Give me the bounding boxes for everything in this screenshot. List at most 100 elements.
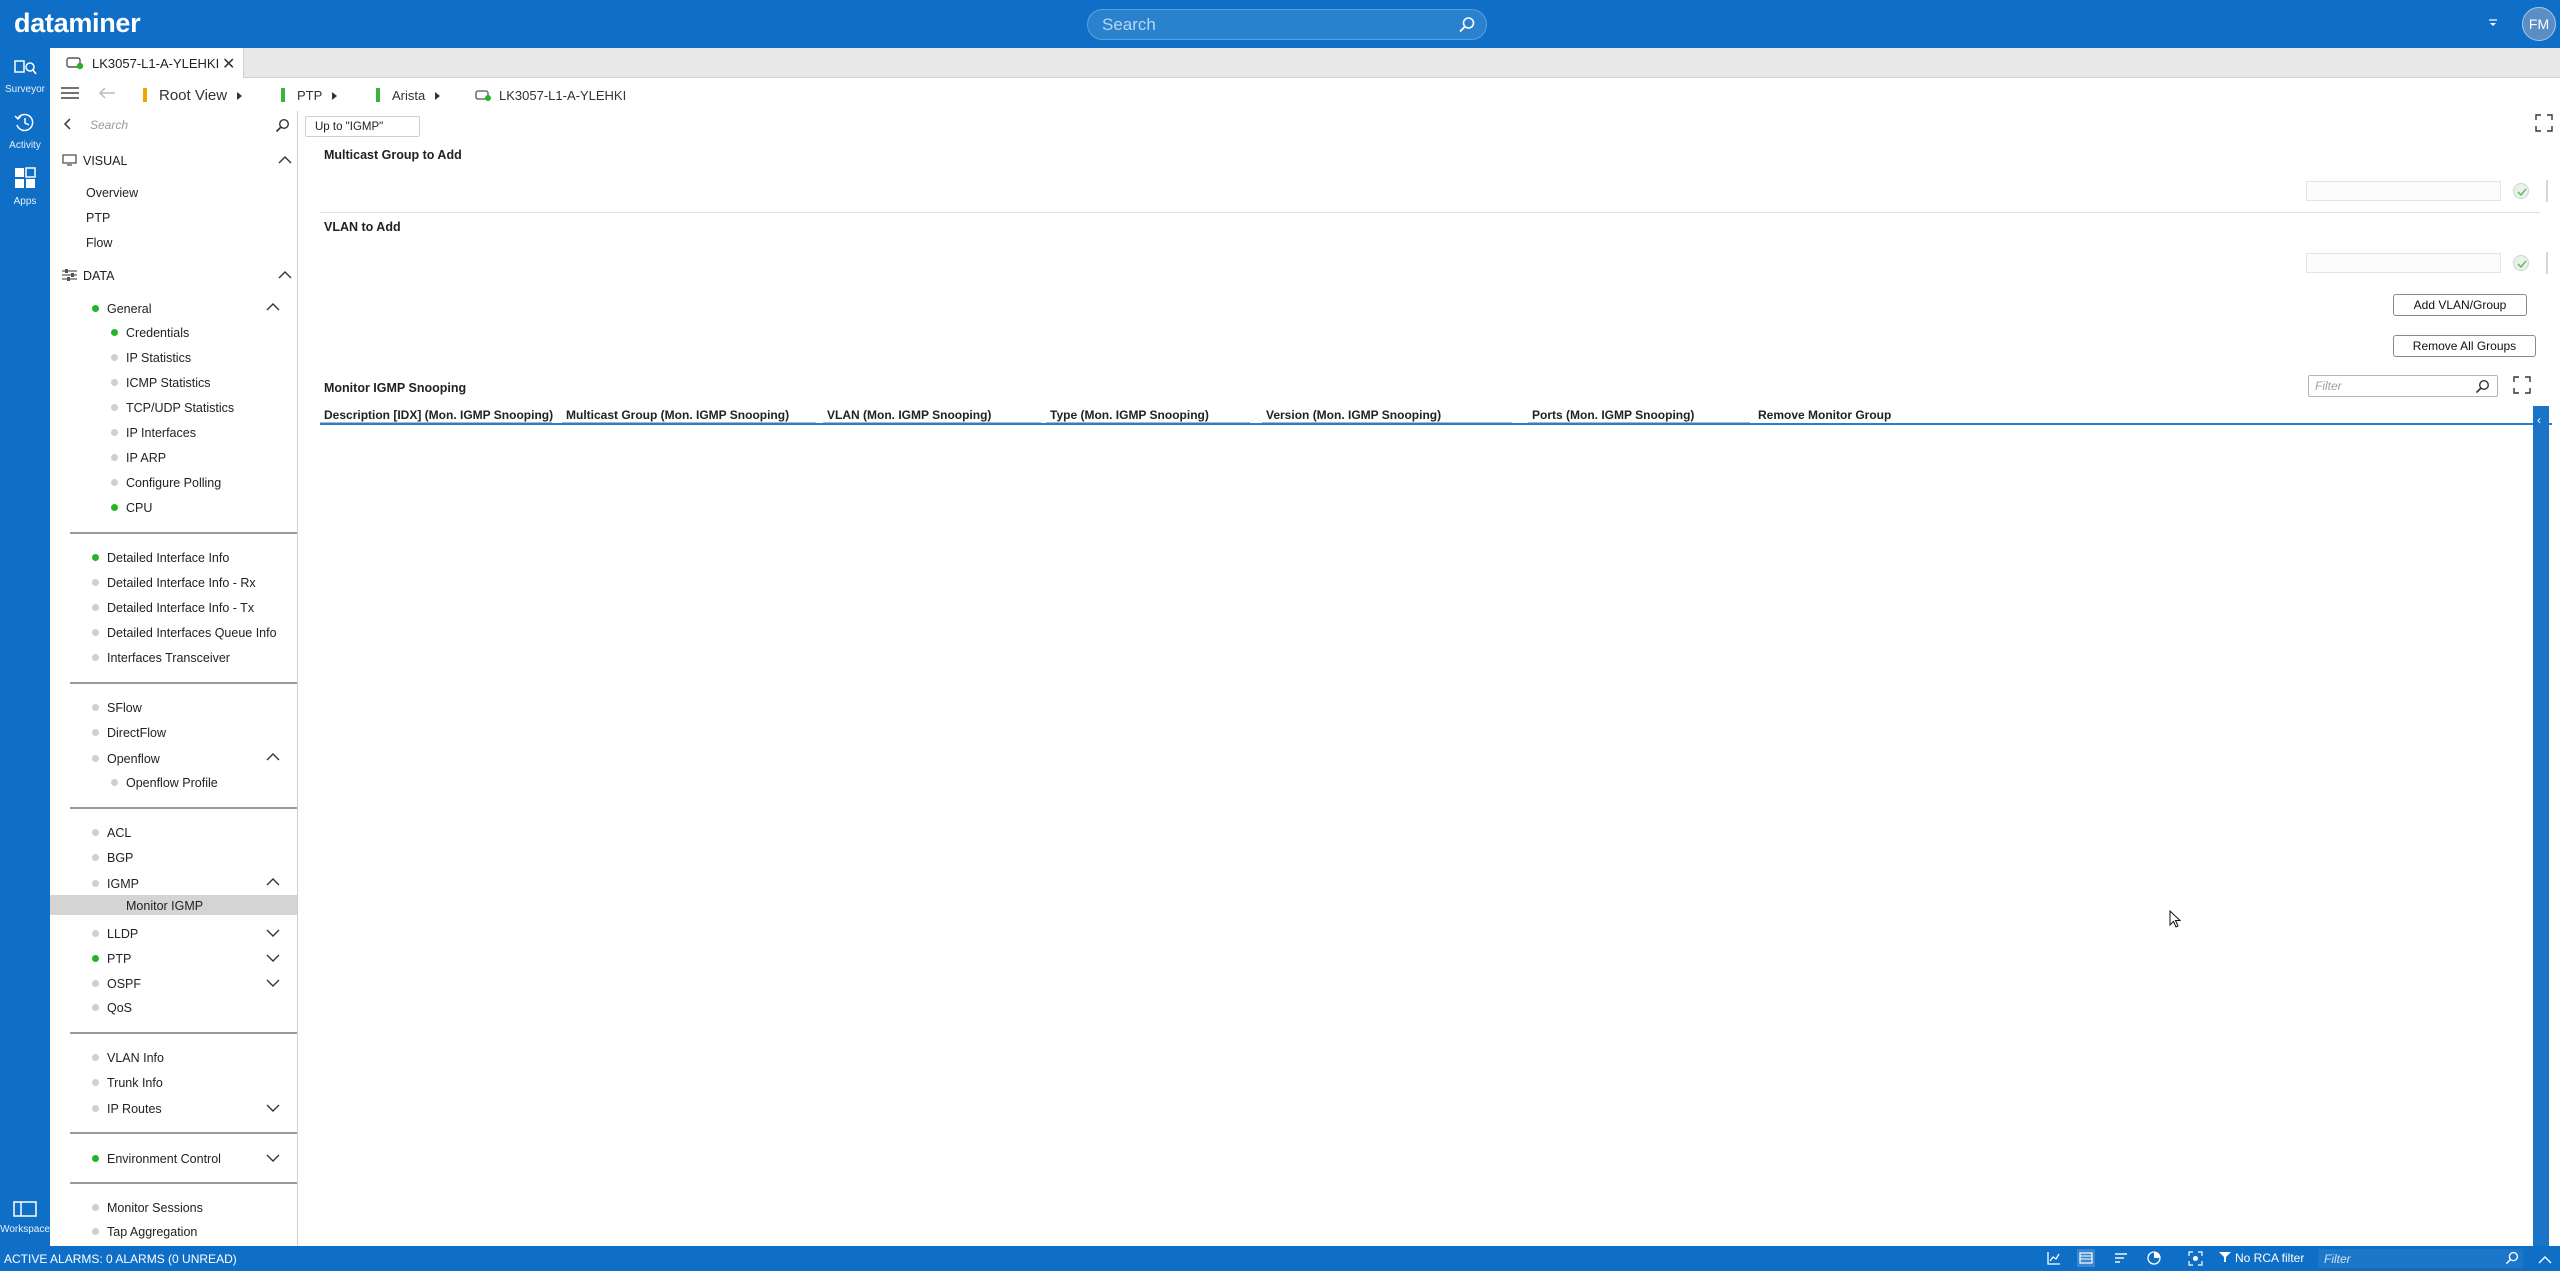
multicast-group-input[interactable] (2306, 181, 2501, 201)
menu-icon[interactable] (61, 86, 79, 103)
nav-item-acl[interactable]: ACL (92, 826, 131, 850)
back-arrow-icon[interactable] (61, 117, 75, 136)
nav-item-openflow[interactable]: Openflow (92, 751, 297, 776)
close-icon[interactable]: ✕ (222, 54, 235, 74)
nav-item-label: ACL (107, 826, 132, 840)
fullscreen-icon[interactable] (2535, 114, 2553, 137)
search-icon[interactable] (2505, 1251, 2519, 1270)
chevron-up-icon[interactable] (266, 876, 280, 890)
nav-item-detailed-interface-info-tx[interactable]: Detailed Interface Info - Tx (92, 601, 254, 625)
header-dropdown-icon[interactable] (2488, 17, 2498, 31)
chevron-up-icon[interactable] (266, 751, 280, 765)
search-icon[interactable] (275, 118, 290, 138)
chevron-up-icon[interactable] (278, 269, 292, 283)
nav-search-box[interactable] (90, 115, 290, 135)
nav-item-sflow[interactable]: SFlow (92, 701, 142, 725)
nav-item-interfaces-transceiver[interactable]: Interfaces Transceiver (92, 651, 230, 675)
column-header-ports[interactable]: Ports (Mon. IGMP Snooping) (1532, 408, 1694, 422)
nav-item-detailed-interface-info[interactable]: Detailed Interface Info (92, 551, 229, 575)
nav-item-monitor-sessions[interactable]: Monitor Sessions (92, 1201, 203, 1225)
statusbar-filter-input[interactable] (2324, 1251, 2494, 1266)
column-header-version[interactable]: Version (Mon. IGMP Snooping) (1266, 408, 1441, 422)
statusbar-filter-box[interactable] (2318, 1249, 2523, 1268)
check-icon[interactable] (2513, 183, 2529, 199)
nav-item-general[interactable]: General (92, 301, 297, 326)
nav-item-tcp-udp-statistics[interactable]: TCP/UDP Statistics (111, 401, 234, 425)
nav-item-directflow[interactable]: DirectFlow (92, 726, 166, 750)
nav-item-detailed-interface-info-rx[interactable]: Detailed Interface Info - Rx (92, 576, 256, 600)
nav-item-icmp-statistics[interactable]: ICMP Statistics (111, 376, 211, 400)
nav-item-monitor-igmp[interactable]: Monitor IGMP (50, 895, 297, 915)
rail-apps[interactable]: Apps (0, 166, 50, 207)
nav-item-ptp[interactable]: PTP (92, 952, 297, 976)
sort-icon[interactable] (2114, 1251, 2128, 1270)
check-icon[interactable] (2513, 255, 2529, 271)
search-icon[interactable] (1458, 16, 1476, 39)
column-header-description[interactable]: Description [IDX] (Mon. IGMP Snooping) (324, 408, 553, 422)
table-filter-box[interactable] (2308, 375, 2498, 397)
column-header-multicast-group[interactable]: Multicast Group (Mon. IGMP Snooping) (566, 408, 789, 422)
nav-item-configure-polling[interactable]: Configure Polling (111, 476, 221, 500)
nav-item-qos[interactable]: QoS (92, 1001, 132, 1025)
breadcrumb-root-view[interactable]: Root View (143, 87, 243, 104)
nav-item-bgp[interactable]: BGP (92, 851, 133, 875)
user-avatar[interactable]: FM (2522, 7, 2556, 41)
side-panel-toggle[interactable]: ‹ (2533, 406, 2549, 1246)
nav-item-tap-aggregation[interactable]: Tap Aggregation (92, 1225, 197, 1246)
chevron-down-icon[interactable] (266, 927, 280, 941)
nav-section-data[interactable]: DATA (62, 269, 297, 293)
nav-item-ip-routes[interactable]: IP Routes (92, 1102, 297, 1126)
fullscreen-icon[interactable] (2513, 376, 2531, 399)
breadcrumb-element[interactable]: LK3057-L1-A-YLEHKI (475, 87, 626, 103)
back-arrow-icon[interactable] (98, 86, 116, 103)
nav-item-vlan-info[interactable]: VLAN Info (92, 1051, 164, 1075)
nav-item-credentials[interactable]: Credentials (111, 326, 189, 350)
search-icon[interactable] (2475, 379, 2490, 399)
nav-item-detailed-interfaces-queue-info[interactable]: Detailed Interfaces Queue Info (92, 626, 277, 650)
nav-item-cpu[interactable]: CPU (111, 501, 152, 525)
column-header-vlan[interactable]: VLAN (Mon. IGMP Snooping) (827, 408, 991, 422)
global-search-input[interactable] (1102, 14, 1442, 36)
rail-surveyor[interactable]: Surveyor (0, 58, 50, 95)
nav-item-ip-statistics[interactable]: IP Statistics (111, 351, 191, 375)
brand-logo[interactable]: dataminer (14, 8, 141, 39)
nav-section-visual[interactable]: VISUAL (62, 154, 297, 178)
trend-icon[interactable] (2047, 1251, 2061, 1270)
table-filter-input[interactable] (2315, 378, 2470, 394)
chevron-up-icon[interactable] (278, 154, 292, 168)
breadcrumb-arista[interactable]: Arista (376, 87, 441, 103)
rca-filter[interactable]: No RCA filter (2219, 1251, 2304, 1265)
nav-item-lldp[interactable]: LLDP (92, 927, 297, 951)
up-button[interactable]: Up to "IGMP" (305, 116, 420, 137)
nav-search-input[interactable] (90, 115, 280, 135)
nav-item-ip-interfaces[interactable]: IP Interfaces (111, 426, 196, 450)
nav-item-ip-arp[interactable]: IP ARP (111, 451, 166, 475)
rail-activity[interactable]: Activity (0, 112, 50, 151)
pie-chart-icon[interactable] (2147, 1251, 2161, 1270)
rail-workspace[interactable]: Workspace (0, 1200, 50, 1235)
nav-item-environment-control[interactable]: Environment Control (92, 1152, 297, 1176)
list-view-icon[interactable] (2077, 1249, 2095, 1267)
vlan-input[interactable] (2306, 253, 2501, 273)
column-header-remove-monitor-group[interactable]: Remove Monitor Group (1758, 408, 1891, 422)
chevron-up-icon[interactable] (266, 301, 280, 315)
card-tab[interactable]: LK3057-L1-A-YLEHKI ✕ (50, 48, 244, 78)
chevron-down-icon[interactable] (266, 1152, 280, 1166)
nav-item-ptp-visual[interactable]: PTP (86, 211, 110, 235)
remove-all-groups-button[interactable]: Remove All Groups (2393, 335, 2536, 357)
nav-item-overview[interactable]: Overview (86, 186, 138, 210)
chevron-down-icon[interactable] (266, 977, 280, 991)
chevron-down-icon[interactable] (266, 1102, 280, 1116)
global-search-box[interactable] (1087, 9, 1487, 40)
chevron-down-icon[interactable] (266, 952, 280, 966)
breadcrumb-ptp[interactable]: PTP (281, 87, 338, 103)
nav-item-flow[interactable]: Flow (86, 236, 112, 260)
nav-item-openflow-profile[interactable]: Openflow Profile (111, 776, 218, 800)
add-vlan-group-button[interactable]: Add VLAN/Group (2393, 294, 2527, 316)
column-header-type[interactable]: Type (Mon. IGMP Snooping) (1050, 408, 1209, 422)
nav-item-trunk-info[interactable]: Trunk Info (92, 1076, 163, 1100)
nav-item-ospf[interactable]: OSPF (92, 977, 297, 1001)
active-alarms-status[interactable]: ACTIVE ALARMS: 0 ALARMS (0 UNREAD) (4, 1252, 237, 1266)
chevron-up-icon[interactable] (2538, 1252, 2552, 1270)
focus-icon[interactable] (2188, 1251, 2203, 1271)
